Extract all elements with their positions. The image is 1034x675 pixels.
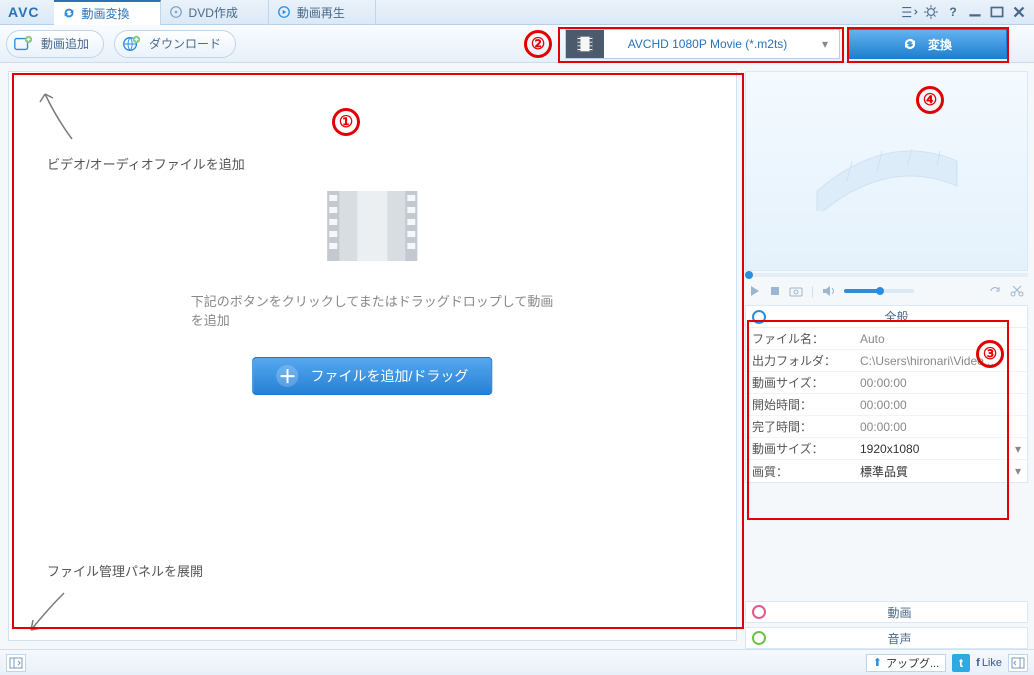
format-label: AVCHD 1080P Movie (*.m2ts) <box>604 37 811 51</box>
video-panel-header[interactable]: 動画 <box>745 601 1028 623</box>
audio-panel-header[interactable]: 音声 <box>745 627 1028 649</box>
left-pane: ビデオ/オーディオファイルを追加 下記のボタンをクリックしてまたはドラッグドロッ… <box>0 63 745 649</box>
panel-toggle-right-button[interactable] <box>1008 654 1028 672</box>
app-logo: AVC <box>0 4 54 20</box>
chevron-down-icon: ▾ <box>1015 464 1021 478</box>
globe-plus-icon <box>121 34 141 54</box>
start-value: 00:00:00 <box>854 398 1027 412</box>
up-arrow-icon: ⬆ <box>873 656 882 669</box>
callout-1: ① <box>332 108 360 136</box>
add-video-label: 動画追加 <box>41 35 89 52</box>
tab-dvd-create[interactable]: DVD作成 <box>161 0 269 25</box>
disc-icon <box>169 5 183 19</box>
close-button[interactable] <box>1010 3 1028 21</box>
add-video-button[interactable]: 動画追加 <box>6 30 104 58</box>
player-controls: | <box>745 279 1028 303</box>
info-icon <box>752 310 766 324</box>
callout-2: ② <box>524 30 552 58</box>
chevron-down-icon: ▾ <box>811 37 839 51</box>
audio-dot-icon <box>752 631 766 645</box>
twitter-icon[interactable]: t <box>952 654 970 672</box>
menu-icon[interactable] <box>900 3 918 21</box>
main-area: ビデオ/オーディオファイルを追加 下記のボタンをクリックしてまたはドラッグドロッ… <box>0 63 1034 649</box>
film-strip-icon <box>566 30 604 58</box>
film-placeholder-icon <box>318 181 428 271</box>
video-progress[interactable] <box>745 273 1028 277</box>
tab-video-convert[interactable]: 動画変換 <box>54 0 161 25</box>
resolution-select[interactable]: 1920x1080▾ <box>854 442 1027 456</box>
end-value: 00:00:00 <box>854 420 1027 434</box>
hint-expand-panel: ファイル管理パネルを展開 <box>47 561 203 580</box>
preview-area <box>745 71 1028 271</box>
drop-zone[interactable]: ビデオ/オーディオファイルを追加 下記のボタンをクリックしてまたはドラッグドロッ… <box>8 71 737 641</box>
info-row-duration: 動画サイズ：00:00:00 <box>746 372 1027 394</box>
download-label: ダウンロード <box>149 35 221 52</box>
facebook-like-button[interactable]: f Like <box>976 657 1002 669</box>
camera-icon[interactable] <box>789 285 803 297</box>
play-icon <box>277 5 291 19</box>
info-row-start: 開始時間：00:00:00 <box>746 394 1027 416</box>
info-panel-general: 全般 ファイル名：Auto 出力フォルダ：C:\Users\hironari\V… <box>745 305 1028 483</box>
titlebar: AVC 動画変換 DVD作成 動画再生 ? <box>0 0 1034 25</box>
filename-value: Auto <box>854 332 1027 346</box>
duration-value: 00:00:00 <box>854 376 1027 390</box>
volume-slider[interactable] <box>844 289 914 293</box>
drop-instruction: 下記のボタンをクリックしてまたはドラッグドロップして動画を追加 <box>191 291 555 329</box>
refresh-icon <box>62 6 76 20</box>
add-files-button[interactable]: ＋ ファイルを追加/ドラッグ <box>253 357 493 395</box>
convert-label: 変換 <box>928 36 952 53</box>
window-controls: ? <box>900 3 1034 21</box>
stop-icon[interactable] <box>769 285 781 297</box>
convert-button[interactable]: 変換 <box>847 29 1007 59</box>
tab-video-play[interactable]: 動画再生 <box>269 0 376 25</box>
upgrade-button[interactable]: ⬆ アップグ... <box>866 654 946 672</box>
info-row-end: 完了時間：00:00:00 <box>746 416 1027 438</box>
panel-toggle-button[interactable] <box>6 654 26 672</box>
info-row-quality: 画質：標準品質▾ <box>746 460 1027 482</box>
callout-4: ④ <box>916 86 944 114</box>
tab-label: DVD作成 <box>189 4 238 21</box>
refresh-icon <box>902 36 918 52</box>
video-dot-icon <box>752 605 766 619</box>
arrow-down-icon <box>19 588 79 638</box>
toolbar: 動画追加 ダウンロード AVCHD 1080P Movie (*.m2ts) ▾… <box>0 25 1034 63</box>
output-format-select[interactable]: AVCHD 1080P Movie (*.m2ts) ▾ <box>565 29 840 59</box>
arrow-up-icon <box>27 84 87 144</box>
quality-select[interactable]: 標準品質▾ <box>854 463 1027 480</box>
status-bar: ⬆ アップグ... t f Like <box>0 649 1034 675</box>
play-icon[interactable] <box>749 285 761 297</box>
rotate-icon[interactable] <box>988 285 1002 297</box>
plus-icon: ＋ <box>277 365 299 387</box>
add-video-icon <box>13 34 33 54</box>
minimize-button[interactable] <box>966 3 984 21</box>
info-row-resolution: 動画サイズ：1920x1080▾ <box>746 438 1027 460</box>
hint-add-files: ビデオ/オーディオファイルを追加 <box>47 154 245 173</box>
film-curl-icon <box>807 131 967 211</box>
tab-label: 動画再生 <box>297 4 345 21</box>
tab-label: 動画変換 <box>82 5 130 22</box>
add-files-label: ファイルを追加/ドラッグ <box>311 366 469 386</box>
gear-icon[interactable] <box>922 3 940 21</box>
chevron-down-icon: ▾ <box>1015 442 1021 456</box>
callout-3: ③ <box>976 340 1004 368</box>
info-title: 全般 <box>772 308 1021 325</box>
info-header[interactable]: 全般 <box>746 306 1027 328</box>
help-icon[interactable]: ? <box>944 3 962 21</box>
download-button[interactable]: ダウンロード <box>114 30 236 58</box>
maximize-button[interactable] <box>988 3 1006 21</box>
speaker-icon[interactable] <box>822 285 836 297</box>
cut-icon[interactable] <box>1010 285 1024 297</box>
